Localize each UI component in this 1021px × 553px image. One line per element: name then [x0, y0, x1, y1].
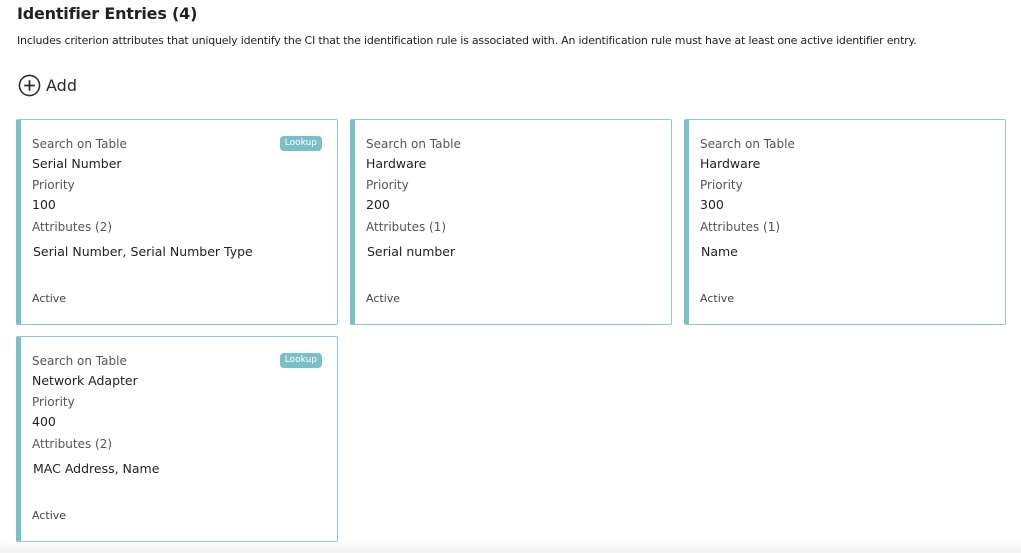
status-text: Active	[700, 292, 735, 305]
attributes-label: Attributes (2)	[32, 437, 113, 451]
identifier-entry-card[interactable]: Search on Table Lookup Network Adapter P…	[16, 336, 338, 542]
priority-value: 400	[32, 414, 56, 429]
search-table-value: Hardware	[366, 156, 427, 171]
search-table-value: Network Adapter	[32, 373, 138, 388]
search-table-label: Search on Table	[700, 137, 795, 151]
attributes-label: Attributes (2)	[32, 220, 113, 234]
add-button-label: Add	[46, 75, 77, 95]
identifier-entry-card[interactable]: Search on Table Hardware Priority 300 At…	[684, 119, 1006, 325]
lookup-badge: Lookup	[279, 353, 322, 368]
attributes-value: Name	[701, 244, 738, 259]
priority-label: Priority	[32, 395, 75, 409]
priority-value: 100	[32, 197, 56, 212]
attributes-label: Attributes (1)	[366, 220, 447, 234]
plus-circle-icon	[18, 74, 41, 96]
search-table-value: Hardware	[700, 156, 761, 171]
search-table-label: Search on Table	[366, 137, 461, 151]
search-table-value: Serial Number	[32, 156, 122, 171]
attributes-value: Serial number	[367, 244, 456, 259]
status-text: Active	[32, 509, 67, 522]
status-text: Active	[32, 292, 67, 305]
section-title: Identifier Entries (4)	[17, 4, 198, 23]
attributes-label: Attributes (1)	[700, 220, 781, 234]
add-button[interactable]: Add	[18, 72, 77, 98]
priority-label: Priority	[32, 178, 75, 192]
priority-label: Priority	[366, 178, 409, 192]
bottom-shadow	[0, 539, 1021, 553]
priority-label: Priority	[700, 178, 743, 192]
identifier-entry-card[interactable]: Search on Table Lookup Serial Number Pri…	[16, 119, 338, 325]
section-description: Includes criterion attributes that uniqu…	[17, 34, 917, 47]
attributes-value: MAC Address, Name	[33, 461, 160, 476]
priority-value: 300	[700, 197, 724, 212]
search-table-label: Search on Table	[32, 137, 127, 151]
identifier-entries-page: Identifier Entries (4) Includes criterio…	[0, 0, 1021, 553]
status-text: Active	[366, 292, 401, 305]
attributes-value: Serial Number, Serial Number Type	[33, 244, 253, 259]
priority-value: 200	[366, 197, 390, 212]
identifier-entry-card[interactable]: Search on Table Hardware Priority 200 At…	[350, 119, 672, 325]
lookup-badge: Lookup	[279, 136, 322, 151]
search-table-label: Search on Table	[32, 354, 127, 368]
